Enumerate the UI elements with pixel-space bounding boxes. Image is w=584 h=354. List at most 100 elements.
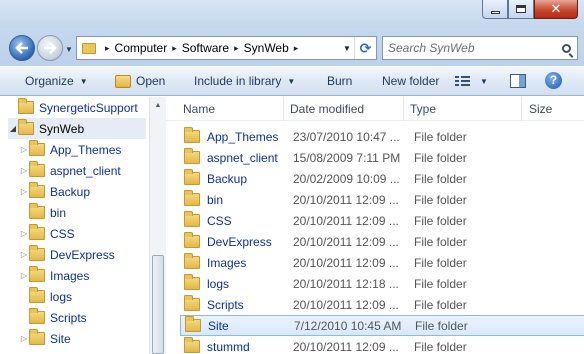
tree-item-scripts[interactable]: Scripts xyxy=(19,307,87,328)
collapse-icon[interactable]: ◢ xyxy=(8,124,18,133)
file-name: stummd xyxy=(207,339,250,354)
folder-icon xyxy=(29,287,45,303)
folder-icon xyxy=(184,295,200,311)
folder-icon xyxy=(184,211,200,227)
scrollbar-thumb[interactable] xyxy=(152,255,164,354)
table-row-selected[interactable]: Site 7/12/2010 10:45 AM File folder xyxy=(180,315,584,336)
column-header-date-modified[interactable]: Date modified xyxy=(284,97,404,121)
table-row[interactable]: aspnet_client 15/08/2009 7:11 PM File fo… xyxy=(180,147,584,168)
date-modified: 20/10/2011 12:09 ... xyxy=(293,255,399,270)
table-row[interactable]: Images 20/10/2011 12:09 ... File folder xyxy=(180,252,584,273)
tree-item-logs[interactable]: logs xyxy=(19,286,72,307)
search-box[interactable] xyxy=(382,36,578,60)
folder-icon xyxy=(29,140,45,156)
expand-icon[interactable]: ▷ xyxy=(19,145,29,154)
folder-icon xyxy=(184,148,200,164)
table-row[interactable]: Scripts 20/10/2011 12:09 ... File folder xyxy=(180,294,584,315)
file-name: aspnet_client xyxy=(207,150,278,165)
window-controls: ✕ xyxy=(482,0,578,19)
organize-button[interactable]: Organize ▼ xyxy=(25,73,88,89)
breadcrumb-separator[interactable]: ▸ xyxy=(167,43,182,54)
expand-icon[interactable]: ▷ xyxy=(19,166,29,175)
tree-item-aspnet-client[interactable]: ▷ aspnet_client xyxy=(19,160,121,181)
new-folder-button[interactable]: New folder xyxy=(382,73,439,89)
tree-item-label: SynergeticSupport xyxy=(39,100,138,115)
tree-item-label: DevExpress xyxy=(50,247,115,262)
maximize-icon xyxy=(516,5,526,13)
chevron-down-icon: ▼ xyxy=(480,76,488,86)
back-button[interactable] xyxy=(9,35,35,61)
minimize-button[interactable] xyxy=(482,0,508,19)
tree-item-synergeticsupport[interactable]: SynergeticSupport xyxy=(8,97,138,118)
maximize-button[interactable] xyxy=(508,0,534,19)
breadcrumb-separator[interactable]: ▸ xyxy=(100,43,115,54)
expand-icon[interactable]: ▷ xyxy=(19,229,29,238)
title-bar[interactable]: ✕ xyxy=(0,0,584,28)
file-name: Backup xyxy=(207,171,248,186)
scroll-up-arrow-icon[interactable]: ▲ xyxy=(150,97,166,114)
file-type: File folder xyxy=(414,150,467,165)
tree-item-images[interactable]: ▷ Images xyxy=(19,265,89,286)
tree-item-synweb[interactable]: ◢ SynWeb xyxy=(8,118,146,139)
column-header-type[interactable]: Type xyxy=(404,97,522,121)
folder-icon xyxy=(184,169,200,185)
table-row[interactable]: Backup 20/02/2009 10:09 ... File folder xyxy=(180,168,584,189)
table-row[interactable]: bin 20/10/2011 12:09 ... File folder xyxy=(180,189,584,210)
tree-item-label: App_Themes xyxy=(50,142,122,157)
column-header-name[interactable]: Name xyxy=(166,97,284,121)
file-name: CSS xyxy=(207,213,232,228)
expand-icon[interactable]: ▷ xyxy=(19,271,29,280)
tree-item-bin[interactable]: bin xyxy=(19,202,66,223)
expand-icon[interactable]: ▷ xyxy=(19,187,29,196)
file-name: logs xyxy=(207,276,230,291)
breadcrumb-separator[interactable]: ▸ xyxy=(229,43,244,54)
breadcrumb-separator[interactable]: ▸ xyxy=(289,43,304,54)
search-input[interactable] xyxy=(383,37,555,59)
burn-button[interactable]: Burn xyxy=(327,73,352,89)
tree-item-devexpress[interactable]: ▷ DevExpress xyxy=(19,244,115,265)
new-folder-label: New folder xyxy=(382,74,440,88)
navigation-pane-scrollbar[interactable]: ▲ xyxy=(149,97,166,354)
recent-pages-dropdown[interactable]: ▼ xyxy=(65,45,73,54)
breadcrumb-computer[interactable]: Computer xyxy=(115,41,168,55)
file-name: Site xyxy=(208,318,229,333)
breadcrumb-software[interactable]: Software xyxy=(182,41,229,55)
refresh-icon: ⟳ xyxy=(359,39,372,56)
expand-icon[interactable]: ▷ xyxy=(19,250,29,259)
forward-button[interactable] xyxy=(37,35,63,61)
file-type: File folder xyxy=(414,255,467,270)
tree-item-site[interactable]: ▷ Site xyxy=(19,328,71,349)
tree-item-backup[interactable]: ▷ Backup xyxy=(19,181,90,202)
table-row[interactable]: CSS 20/10/2011 12:09 ... File folder xyxy=(180,210,584,231)
close-button[interactable]: ✕ xyxy=(534,0,578,19)
help-button[interactable]: ? xyxy=(545,71,562,89)
breadcrumb-synweb[interactable]: SynWeb xyxy=(244,41,289,55)
open-button[interactable]: Open xyxy=(115,73,165,89)
tree-item-label: Images xyxy=(50,268,90,283)
include-in-library-button[interactable]: Include in library ▼ xyxy=(194,73,295,89)
file-type: File folder xyxy=(414,276,467,291)
column-header-size[interactable]: Size xyxy=(522,97,584,121)
view-options-dropdown[interactable]: ▼ xyxy=(480,73,488,89)
search-icon xyxy=(561,43,571,53)
search-button[interactable] xyxy=(555,43,577,53)
refresh-button[interactable]: ⟳ xyxy=(354,37,376,59)
change-view-button[interactable] xyxy=(455,73,470,89)
folder-icon xyxy=(29,224,45,240)
expand-icon[interactable]: ▷ xyxy=(19,334,29,343)
tree-item-label: Backup xyxy=(50,184,91,199)
table-row[interactable]: logs 20/10/2011 12:18 ... File folder xyxy=(180,273,584,294)
table-row[interactable]: DevExpress 20/10/2011 12:09 ... File fol… xyxy=(180,231,584,252)
table-row[interactable]: App_Themes 23/07/2010 10:47 ... File fol… xyxy=(180,126,584,147)
close-icon: ✕ xyxy=(550,1,562,16)
folder-icon xyxy=(184,190,200,206)
folder-icon xyxy=(29,329,45,345)
table-row[interactable]: stummd 20/10/2011 12:09 ... File folder xyxy=(180,336,584,354)
address-bar[interactable]: ▸ Computer ▸ Software ▸ SynWeb ▸ ▼ ⟳ xyxy=(76,36,377,60)
folder-icon xyxy=(184,253,200,269)
tree-item-css[interactable]: ▷ CSS xyxy=(19,223,75,244)
navigation-pane: SynergeticSupport ◢ SynWeb ▷ App_Themes … xyxy=(0,97,149,354)
address-dropdown[interactable]: ▼ xyxy=(340,44,354,53)
preview-pane-button[interactable] xyxy=(510,73,526,89)
tree-item-app-themes[interactable]: ▷ App_Themes xyxy=(19,139,121,160)
